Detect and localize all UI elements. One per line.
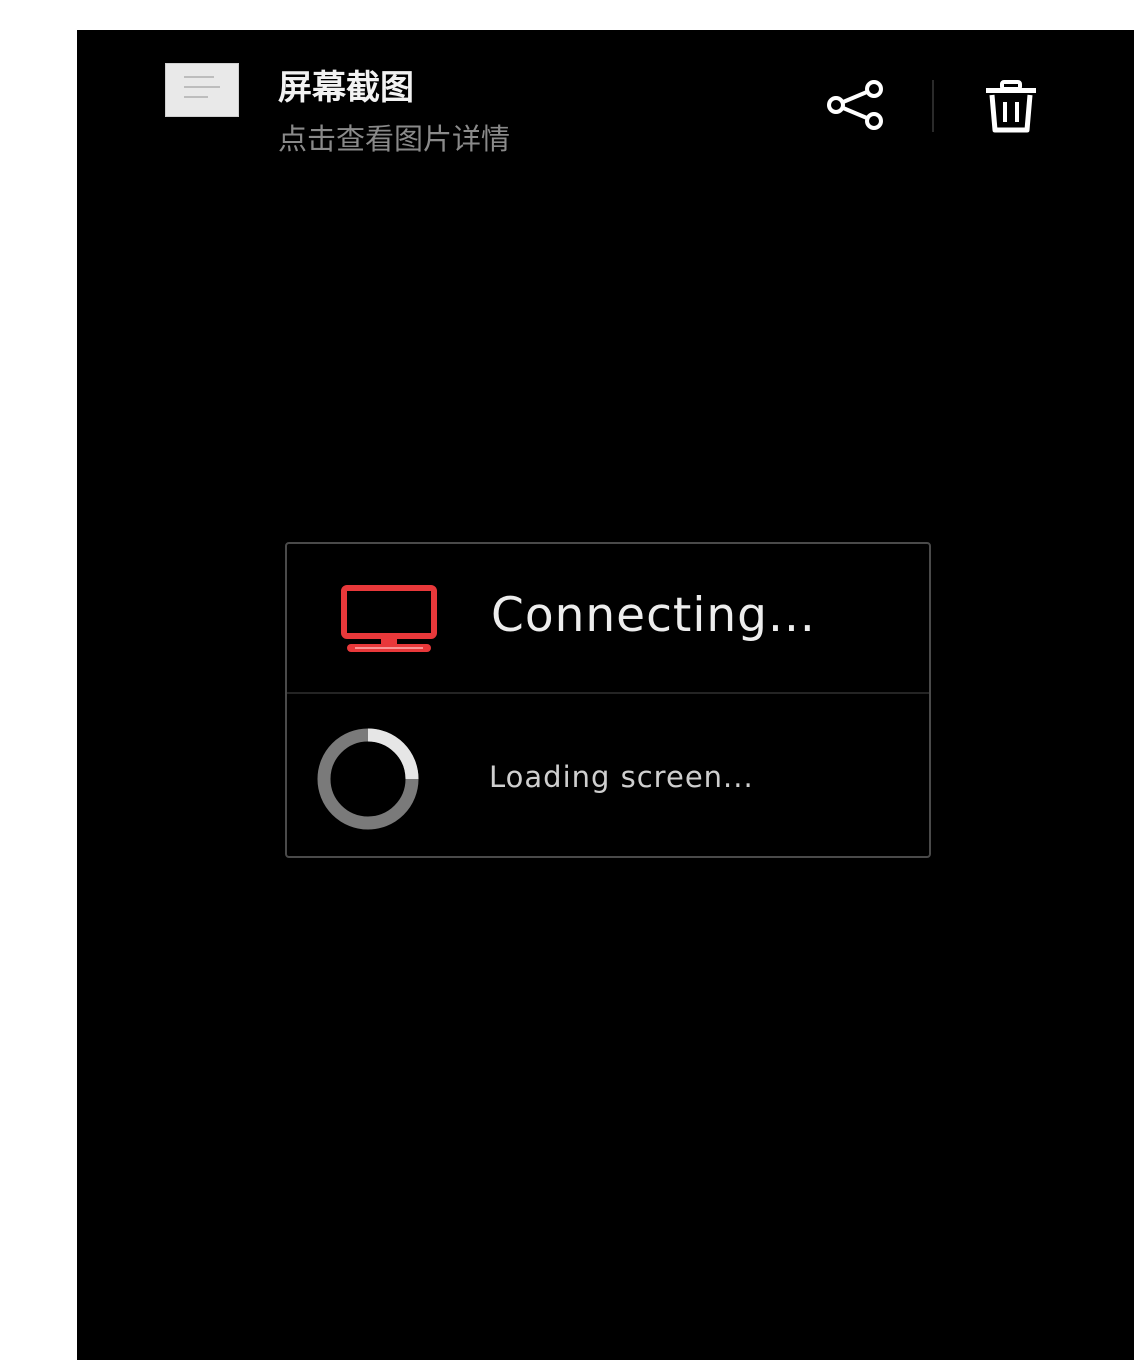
share-icon [827,80,883,130]
dialog-header: Connecting... [287,544,929,692]
thumbnail-line [184,86,220,88]
dialog-divider [287,692,929,694]
phone-screen: 屏幕截图 点击查看图片详情 Connecting... Loading scre… [77,30,1134,1360]
screenshot-thumbnail[interactable] [165,63,239,117]
dialog-title: Connecting... [491,588,816,643]
notification-subtitle: 点击查看图片详情 [278,122,511,156]
screenshot-notification[interactable]: 屏幕截图 点击查看图片详情 [77,30,1134,180]
loading-message: Loading screen... [489,760,754,794]
delete-button[interactable] [982,80,1040,134]
monitor-icon [337,584,441,660]
notification-title: 屏幕截图 [278,68,414,108]
trash-icon [986,80,1036,133]
thumbnail-line [184,76,214,78]
connecting-dialog: Connecting... Loading screen... [285,542,931,858]
share-button[interactable] [822,80,888,130]
thumbnail-line [184,96,208,98]
loading-spinner-icon [315,726,421,832]
action-divider [932,80,934,132]
